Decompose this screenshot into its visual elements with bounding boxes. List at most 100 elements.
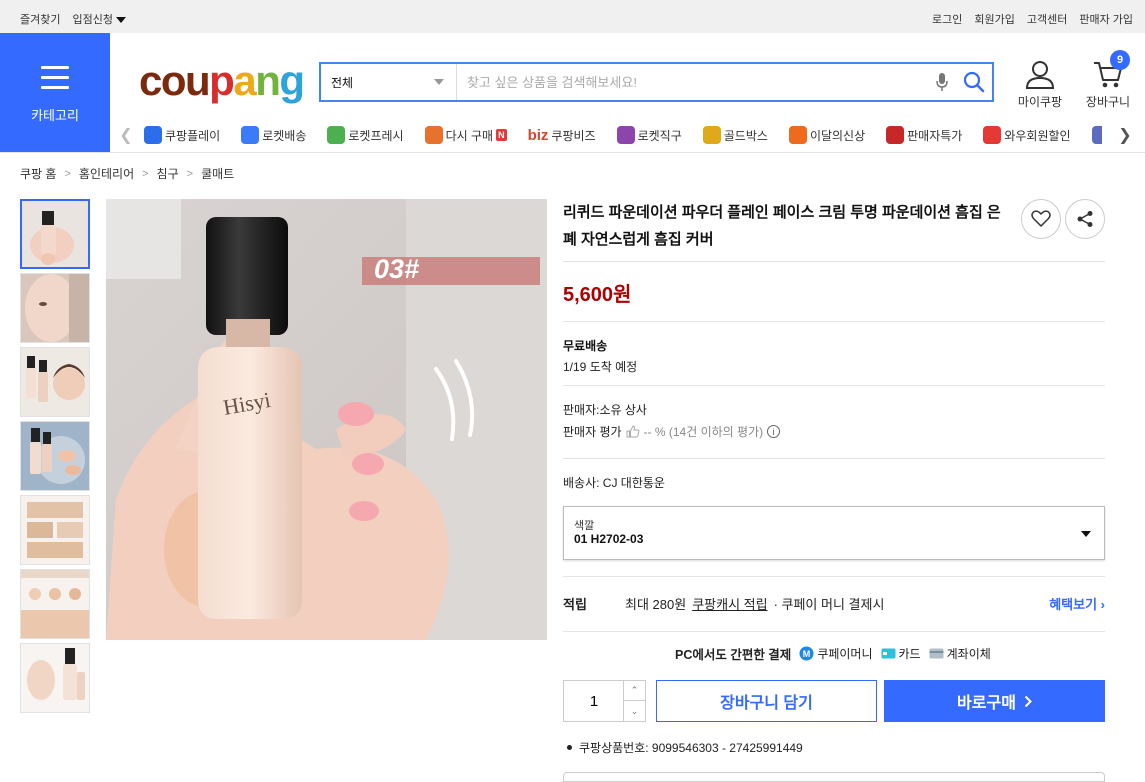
share-icon — [1077, 211, 1093, 227]
option-value: 01 H2702-03 — [574, 532, 644, 546]
reward-suffix: · 쿠페이 머니 결제시 — [773, 597, 885, 612]
thumbnail-image[interactable] — [20, 643, 90, 713]
shortcut-bar: ❮ 쿠팡플레이 로켓배송 로켓프레시 다시 구매 N biz 쿠팡비즈 로켓직구 골드박스 이달의… — [116, 122, 1145, 148]
coupang-cash-link[interactable]: 쿠팡캐시 적립 — [692, 594, 767, 613]
chevron-up-icon[interactable]: ⌃ — [623, 681, 645, 701]
seller-rating-value: -- % (14건 이하의 평가) — [643, 425, 764, 439]
divider — [563, 385, 1105, 386]
chevron-down-icon[interactable]: ⌄ — [623, 701, 645, 721]
breadcrumb-item[interactable]: 쿨매트 — [201, 165, 234, 182]
chevron-right-icon: > — [142, 167, 149, 180]
cart-button[interactable]: 9 장바구니 — [1083, 50, 1133, 110]
chevron-right-icon: › — [1100, 597, 1105, 612]
breadcrumb-item[interactable]: 쿠팡 홈 — [20, 165, 56, 182]
logo-part: n — [255, 57, 281, 104]
signup-link[interactable]: 회원가입 — [974, 11, 1014, 27]
add-to-cart-button[interactable]: 장바구니 담기 — [656, 680, 877, 722]
image-tag-text: 03# — [374, 254, 419, 284]
payment-option-label: 카드 — [898, 647, 921, 661]
thumbnail-image[interactable] — [20, 273, 90, 343]
chevron-right-icon: > — [64, 167, 71, 180]
shortcut-item[interactable]: 로켓배송 — [241, 126, 306, 144]
shortcut-item[interactable]: 로켓프레시 — [327, 126, 404, 144]
category-button[interactable]: 카테고리 — [0, 33, 110, 152]
card-icon — [881, 648, 896, 659]
search-bar: 전체 — [319, 62, 994, 102]
reward-max: 최대 280원 — [625, 597, 687, 612]
cart-label: 장바구니 — [1085, 95, 1131, 109]
divider — [563, 261, 1105, 262]
thumbnail-image[interactable] — [20, 569, 90, 639]
divider — [563, 576, 1105, 577]
shortcut-item[interactable]: 이달의신상 — [788, 126, 865, 144]
chevron-left-icon[interactable]: ❮ — [116, 125, 136, 145]
wishlist-button[interactable] — [1021, 199, 1061, 239]
shortcut-item[interactable]: 판매자특가 — [886, 126, 962, 144]
seller-rating-label: 판매자 평가 — [563, 425, 622, 439]
caret-down-icon — [1081, 531, 1091, 537]
shipping-date: 1/19 도착 예정 — [563, 360, 638, 374]
breadcrumb-item[interactable]: 홈인테리어 — [79, 165, 134, 182]
microphone-icon[interactable] — [928, 64, 956, 100]
shortcut-item[interactable]: 다시 구매 N — [424, 126, 507, 144]
coupang-logo[interactable]: coupang — [139, 57, 305, 104]
search-icon[interactable] — [956, 64, 992, 100]
shortcut-label: 로켓프레시 — [348, 128, 404, 143]
search-scope-select[interactable]: 전체 — [321, 64, 457, 100]
seller-join-link[interactable]: 판매자 가입 — [1079, 11, 1133, 27]
thumbnail-image[interactable] — [20, 421, 90, 491]
bookmark-link[interactable]: 즐겨찾기 — [20, 11, 60, 27]
thumbnail-image[interactable] — [20, 495, 90, 565]
info-icon[interactable]: i — [767, 425, 781, 438]
benefit-link[interactable]: 혜택보기 › — [1049, 594, 1105, 613]
payment-option[interactable]: 계좌이체 — [929, 645, 991, 662]
chevron-right-icon[interactable]: ❯ — [1115, 125, 1135, 145]
buy-now-button[interactable]: 바로구매 — [884, 680, 1105, 722]
payment-option[interactable]: 카드 — [881, 645, 921, 662]
thumbnail-image[interactable] — [20, 199, 90, 269]
shortcut-label: 골드박스 — [723, 128, 768, 143]
main-product-image[interactable]: 03# Hisyi — [106, 199, 547, 640]
shortcut-item[interactable]: 로켓직구 — [616, 126, 682, 144]
shortcut-item[interactable]: 와우회원할인 — [983, 126, 1071, 144]
top-bar: 즐겨찾기 입점신청 로그인 회원가입 고객센터 판매자 가입 — [0, 0, 1145, 33]
customer-center-link[interactable]: 고객센터 — [1027, 11, 1067, 27]
additional-info-box — [563, 772, 1105, 782]
mycoupang-button[interactable]: 마이쿠팡 — [1015, 58, 1065, 110]
seller-name[interactable]: 판매자:소유 상사 — [563, 401, 647, 418]
shortcut-label: 로켓배송 — [262, 128, 307, 143]
shortcut-item[interactable]: 이 — [1091, 126, 1102, 144]
logo-part: g — [279, 57, 305, 104]
thumbs-up-icon — [626, 425, 639, 438]
shortcut-icon — [1091, 126, 1102, 144]
divider — [563, 458, 1105, 459]
search-input[interactable] — [457, 64, 928, 100]
shortcut-label: 쿠팡플레이 — [165, 128, 221, 143]
payment-option-label: 계좌이체 — [946, 647, 991, 661]
share-button[interactable] — [1065, 199, 1105, 239]
shortcut-label: 로켓직구 — [637, 128, 682, 143]
shortcut-item[interactable]: biz 쿠팡비즈 — [528, 126, 596, 144]
new-badge: N — [496, 129, 507, 141]
shortcut-icon — [241, 126, 260, 144]
quantity-stepper: ⌃ ⌄ — [563, 680, 646, 722]
thumbnail-image[interactable] — [20, 347, 90, 417]
thumbnail-list — [20, 199, 90, 717]
shortcut-item[interactable]: 쿠팡플레이 — [144, 126, 220, 144]
heart-icon — [1031, 210, 1051, 227]
chevron-right-icon: > — [186, 167, 194, 180]
store-apply-menu[interactable]: 입점신청 — [72, 11, 126, 27]
biz-logo-icon: biz — [527, 126, 549, 144]
payment-option[interactable]: M 쿠페이머니 — [799, 645, 873, 662]
benefit-link-label: 혜택보기 — [1049, 597, 1098, 612]
login-link[interactable]: 로그인 — [932, 11, 962, 27]
color-option-select[interactable]: 색깔 01 H2702-03 — [563, 506, 1105, 560]
breadcrumb-item[interactable]: 침구 — [157, 165, 179, 182]
store-apply-label: 입점신청 — [72, 14, 113, 26]
shortcut-icon — [886, 126, 905, 144]
payment-options: PC에서도 간편한 결제 M 쿠페이머니 카드 계좌이체 — [675, 644, 991, 663]
quantity-input[interactable] — [564, 681, 624, 721]
logo-part: p — [209, 57, 235, 104]
shortcut-icon — [144, 126, 162, 144]
shortcut-item[interactable]: 골드박스 — [702, 126, 768, 144]
